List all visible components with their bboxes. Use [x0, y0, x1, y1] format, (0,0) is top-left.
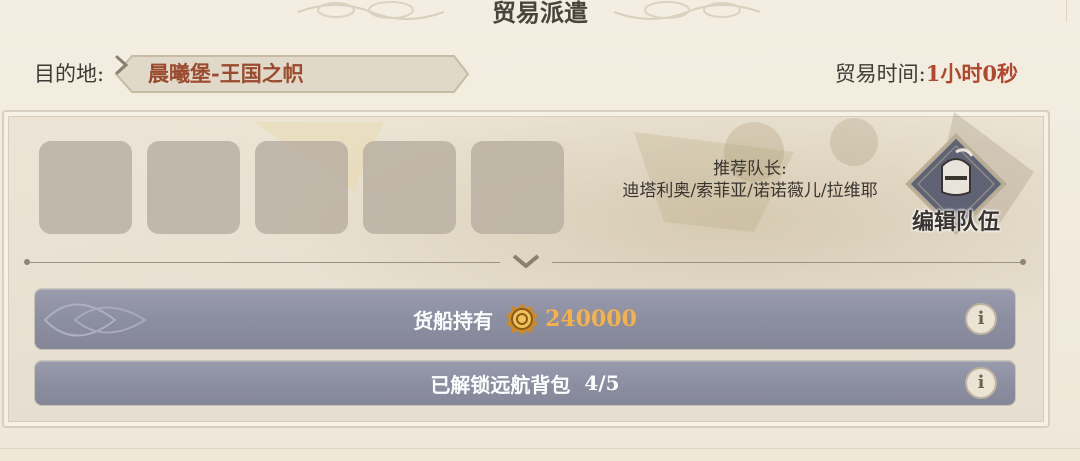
trade-time: 贸易时间:1小时0秒	[835, 60, 1018, 88]
backpack-label: 已解锁远航背包	[430, 372, 571, 397]
chevron-right-icon	[115, 55, 129, 75]
recommended-leaders-title: 推荐队长:	[713, 159, 787, 179]
header-divider	[1066, 0, 1080, 22]
team-slot-2[interactable]	[147, 141, 240, 234]
divider-line-left	[30, 262, 500, 263]
destination-value: 晨曦堡-王国之帜	[148, 61, 304, 86]
divider-dot-right	[1020, 259, 1026, 265]
trade-dispatch-screen: 贸易派遣 目的地: 晨曦堡-王国之帜 贸易时间:1小时0秒 推荐队长: 迪塔利奥…	[0, 0, 1080, 461]
destination-select[interactable]: 晨曦堡-王国之帜	[114, 54, 470, 94]
page-title: 贸易派遣	[492, 0, 588, 27]
backpack-progress: 4/5	[584, 371, 620, 395]
destination-label: 目的地:	[34, 62, 105, 86]
team-slot-4[interactable]	[363, 141, 456, 234]
recommended-leaders-names: 迪塔利奥/索菲亚/诺诺薇儿/拉维耶	[622, 181, 878, 201]
cargo-content: 货船持有 240000	[35, 289, 1015, 349]
team-slot-1[interactable]	[39, 141, 132, 234]
recommended-leaders: 推荐队长: 迪塔利奥/索菲亚/诺诺薇儿/拉维耶	[600, 158, 900, 202]
team-slot-3[interactable]	[255, 141, 348, 234]
backpack-bar: 已解锁远航背包 4/5 i	[34, 360, 1016, 406]
cargo-info-button[interactable]: i	[965, 303, 997, 335]
edit-team-button[interactable]: 编辑队伍	[896, 132, 1016, 257]
backpack-content: 已解锁远航背包 4/5	[35, 361, 1015, 405]
gold-coin-icon	[506, 303, 539, 335]
edit-team-label: 编辑队伍	[911, 209, 1000, 235]
cargo-amount: 240000	[545, 306, 637, 332]
backpack-info-button[interactable]: i	[965, 367, 997, 399]
cargo-label: 货船持有	[413, 308, 494, 333]
chevron-down-icon[interactable]	[510, 250, 542, 274]
trade-time-label: 贸易时间:	[834, 62, 926, 86]
cargo-bar: 货船持有 240000 i	[34, 288, 1016, 350]
team-slot-5[interactable]	[471, 141, 564, 234]
bottom-divider	[0, 448, 1080, 449]
trade-time-value: 1小时0秒	[925, 61, 1018, 86]
divider-line-right	[552, 262, 1022, 263]
